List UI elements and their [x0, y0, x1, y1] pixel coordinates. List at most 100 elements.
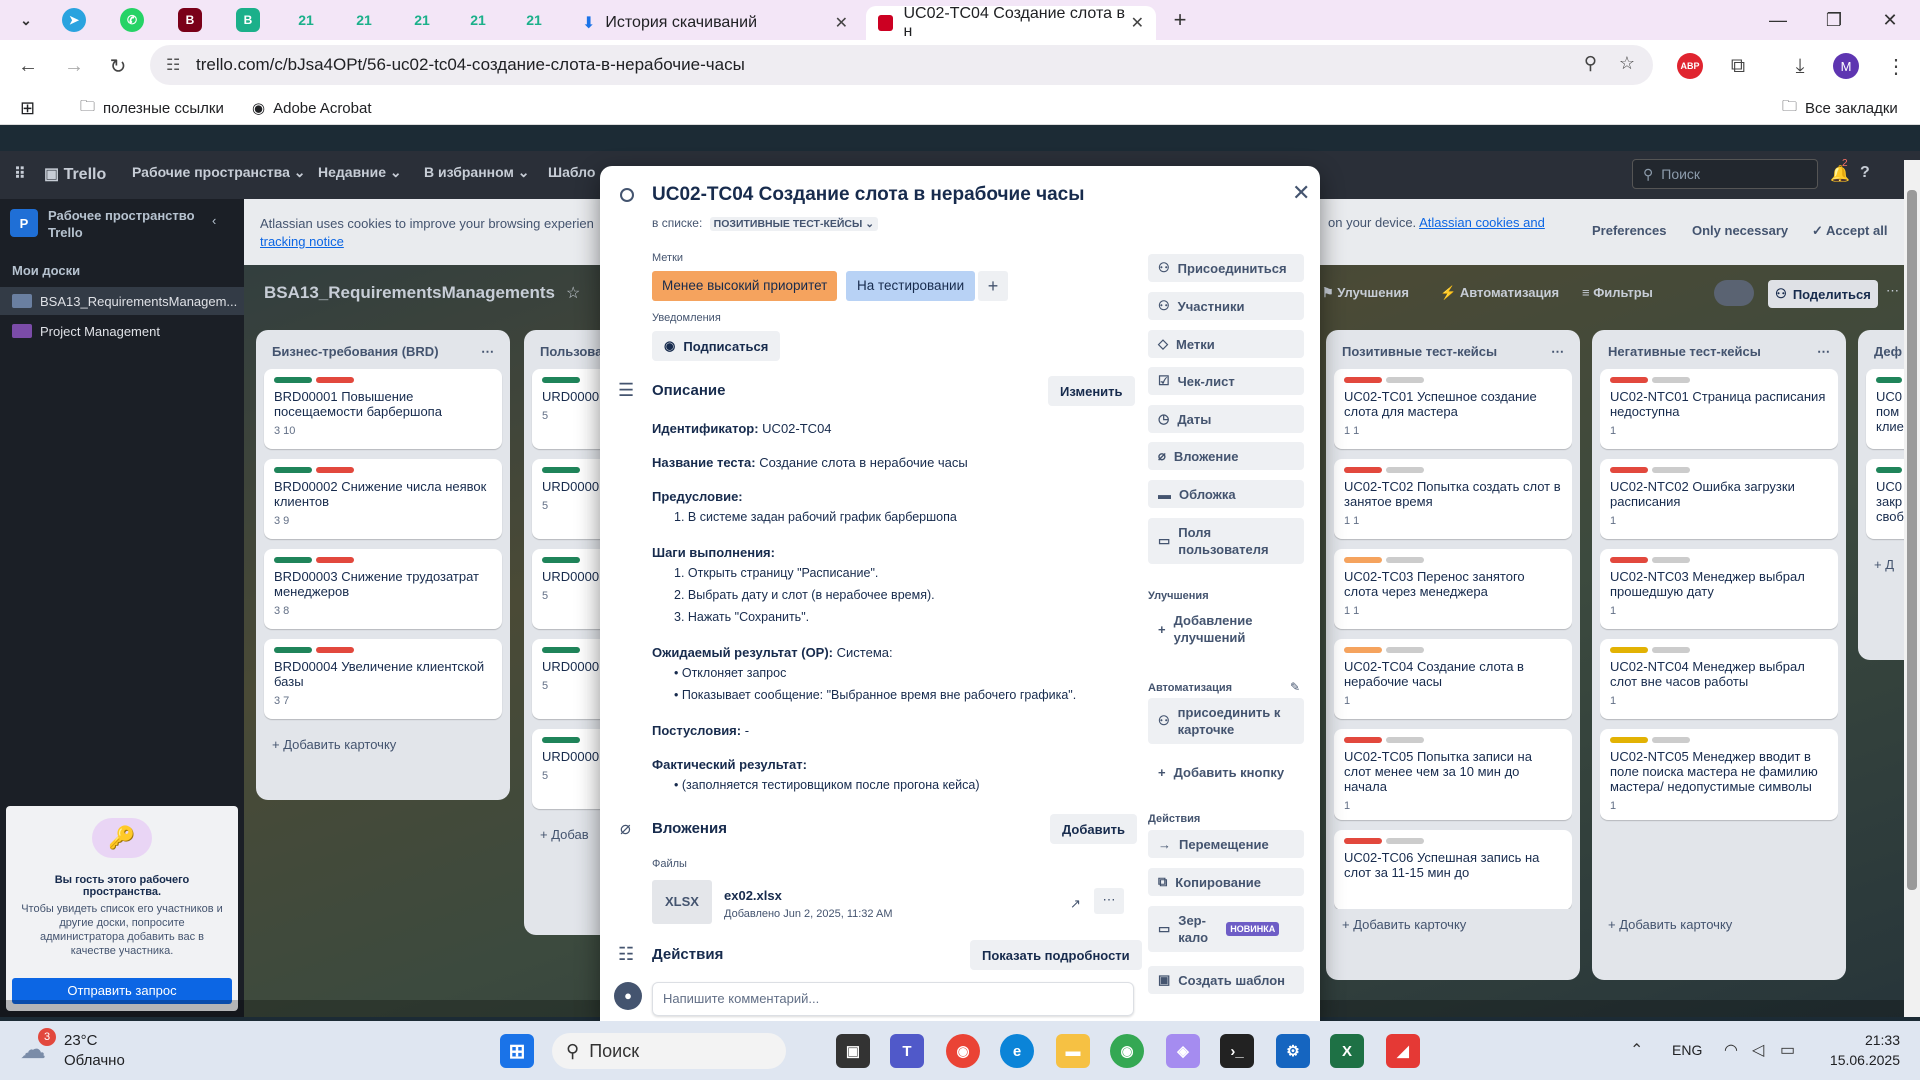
list-item[interactable]: UC02-NTC01 Страница расписания недоступн… — [1600, 369, 1838, 449]
label-priority[interactable]: Менее высокий приоритет — [652, 271, 838, 301]
bookmark-adobe[interactable]: ◉ Adobe Acrobat — [252, 96, 372, 120]
apps-grid-icon[interactable]: ⠿ — [14, 164, 26, 184]
pinned-tab-icon[interactable]: 21 — [352, 8, 376, 32]
cookies-link[interactable]: Atlassian cookies and — [1419, 215, 1545, 230]
members-button[interactable]: ⚇ Участники — [1148, 292, 1304, 320]
trello-search-input[interactable]: ⚲ Поиск — [1632, 159, 1818, 189]
pinned-tab-icon[interactable]: 21 — [410, 8, 434, 32]
help-icon[interactable]: ? — [1860, 164, 1870, 182]
new-tab-icon[interactable]: + — [1168, 7, 1192, 32]
pinned-tab-icon[interactable]: 21 — [466, 8, 490, 32]
minimize-icon[interactable]: — — [1750, 0, 1806, 40]
back-icon[interactable]: ← — [12, 50, 44, 82]
pinned-tab-icon[interactable]: 21 — [522, 8, 546, 32]
list-item[interactable]: UC02-TC01 Успешное создание слота для ма… — [1334, 369, 1572, 449]
subscribe-button[interactable]: ◉ Подписаться — [652, 331, 781, 361]
list-item[interactable]: UC02-NTC04 Менеджер выбрал слот вне часо… — [1600, 639, 1838, 719]
trello-logo[interactable]: ▣ Trello — [44, 164, 106, 184]
volume-icon[interactable]: ◁ — [1752, 1040, 1764, 1060]
file-menu-icon[interactable]: ⋯ — [1094, 888, 1124, 914]
teams-icon[interactable]: T — [890, 1034, 924, 1068]
complete-checkbox[interactable] — [620, 188, 634, 202]
list-item[interactable]: UC02-TC06 Успешная запись на слот за 11-… — [1334, 830, 1572, 909]
pencil-icon[interactable]: ✎ — [1290, 680, 1300, 694]
add-improvements-button[interactable]: + Добавление улучшений — [1148, 606, 1304, 652]
file-explorer-icon[interactable]: ▬ — [1056, 1034, 1090, 1068]
adblock-icon[interactable]: ABP — [1677, 53, 1703, 79]
nav-starred[interactable]: В избранном ⌄ — [424, 164, 529, 181]
list-item[interactable]: UC02-TC02 Попытка создать слот в занятое… — [1334, 459, 1572, 539]
labels-button[interactable]: ◇ Метки — [1148, 330, 1304, 358]
list-item[interactable]: UC02-NTC05 Менеджер вводит в поле поиска… — [1600, 729, 1838, 820]
pinned-tab-icon[interactable]: B — [236, 8, 260, 32]
all-bookmarks[interactable]: 🗀 Все закладки — [1782, 96, 1898, 120]
edge-icon[interactable]: e — [1000, 1034, 1034, 1068]
copy-button[interactable]: ⧉ Копирование — [1148, 868, 1304, 896]
join-card-button[interactable]: ⚇ присоединить к карточке — [1148, 698, 1304, 744]
list-item[interactable]: UC02-NTC02 Ошибка загрузки расписания 1 — [1600, 459, 1838, 539]
restore-icon[interactable]: ❐ — [1806, 0, 1862, 40]
apps-icon[interactable]: ⊞ — [20, 96, 35, 120]
windows-start-icon[interactable]: ⊞ — [500, 1034, 534, 1068]
file-thumbnail[interactable]: XLSX — [652, 880, 712, 924]
star-icon[interactable]: ☆ — [566, 283, 580, 303]
downloads-icon[interactable]: ⤓ — [1784, 50, 1816, 82]
telegram-tab-icon[interactable]: ➤ — [62, 8, 86, 32]
list-selector[interactable]: ПОЗИТИВНЫЕ ТЕСТ-КЕЙСЫ ⌄ — [709, 217, 879, 231]
add-label-button[interactable]: + — [978, 271, 1008, 301]
list-item[interactable]: UC02-TC04 Создание слота в нерабочие час… — [1334, 639, 1572, 719]
add-card-button[interactable]: + Добавить карточку — [1600, 909, 1838, 940]
tab-search-icon[interactable]: ⌄ — [14, 8, 38, 32]
sidebar-board[interactable]: Project Management — [0, 317, 244, 345]
list-item[interactable]: BRD00002 Снижение числа неявок клиентов 3… — [264, 459, 502, 539]
site-info-icon[interactable]: ☷ — [166, 55, 180, 75]
board-title[interactable]: BSA13_RequirementsManagements — [264, 283, 555, 303]
chrome-profile-icon[interactable]: ◉ — [1110, 1034, 1144, 1068]
app-icon[interactable]: ⚙ — [1276, 1034, 1310, 1068]
more-icon[interactable]: ⋯ — [1886, 283, 1899, 299]
zoom-icon[interactable]: ⚲ — [1584, 53, 1597, 74]
app-icon[interactable]: ◈ — [1166, 1034, 1200, 1068]
pinned-tab-icon[interactable]: B — [178, 8, 202, 32]
close-icon[interactable]: ✕ — [1131, 13, 1144, 33]
mirror-button[interactable]: ▭ Зер-кало НОВИНКА — [1148, 906, 1304, 952]
nav-templates[interactable]: Шабло — [548, 164, 595, 180]
cover-button[interactable]: ▬ Обложка — [1148, 480, 1304, 508]
whatsapp-tab-icon[interactable]: ✆ — [120, 8, 144, 32]
menu-icon[interactable]: ⋮ — [1880, 50, 1912, 82]
board-automation[interactable]: ⚡ Автоматизация — [1440, 285, 1559, 301]
list-item[interactable]: UC02-TC05 Попытка записи на слот менее ч… — [1334, 729, 1572, 820]
clock-time[interactable]: 21:33 — [1840, 1032, 1900, 1048]
add-button-button[interactable]: + Добавить кнопку — [1148, 758, 1304, 786]
list-item[interactable]: UC02-NTC03 Менеджер выбрал прошедшую дат… — [1600, 549, 1838, 629]
file-name[interactable]: ex02.xlsx — [724, 888, 782, 903]
clock-date[interactable]: 15.06.2025 — [1818, 1052, 1900, 1068]
card-title[interactable]: UC02-TC04 Создание слота в нерабочие час… — [652, 184, 1084, 206]
close-window-icon[interactable]: ✕ — [1862, 0, 1918, 40]
list-item[interactable]: UC02-TC03 Перенос занятого слота через м… — [1334, 549, 1572, 629]
task-view-icon[interactable]: ▣ — [836, 1034, 870, 1068]
tracking-notice-link[interactable]: tracking notice — [260, 234, 344, 249]
label-testing[interactable]: На тестировании — [846, 271, 976, 301]
terminal-icon[interactable]: ›_ — [1220, 1034, 1254, 1068]
custom-fields-button[interactable]: ▭ Поля пользователя — [1148, 518, 1304, 564]
create-template-button[interactable]: ▣ Создать шаблон — [1148, 966, 1304, 994]
star-icon[interactable]: ☆ — [1619, 53, 1635, 74]
board-filters[interactable]: ≡ Фильтры — [1582, 285, 1653, 300]
add-card-button[interactable]: + Добавить карточку — [1334, 909, 1572, 940]
move-button[interactable]: → Перемещение — [1148, 830, 1304, 858]
collapse-icon[interactable]: ‹ — [212, 213, 216, 228]
profile-avatar[interactable]: M — [1833, 53, 1859, 79]
add-card-button[interactable]: + Добавить карточку — [264, 729, 502, 760]
bookmark-useful-links[interactable]: 🗀 полезные ссылки — [80, 96, 224, 120]
list-item[interactable]: BRD00001 Повышение посещаемости барбершо… — [264, 369, 502, 449]
edit-description-button[interactable]: Изменить — [1048, 376, 1135, 406]
checklist-button[interactable]: ☑ Чек-лист — [1148, 367, 1304, 395]
extensions-icon[interactable]: ⧉ — [1722, 50, 1754, 82]
member-avatars[interactable] — [1714, 280, 1754, 306]
attachment-button[interactable]: ⌀ Вложение — [1148, 442, 1304, 470]
url-field[interactable]: ☷ trello.com/c/bJsa4OPt/56-uc02-tc04-соз… — [150, 45, 1653, 85]
open-external-icon[interactable]: ↗ — [1070, 896, 1081, 912]
language-indicator[interactable]: ENG — [1672, 1042, 1702, 1058]
preferences-button[interactable]: Preferences — [1592, 223, 1666, 238]
